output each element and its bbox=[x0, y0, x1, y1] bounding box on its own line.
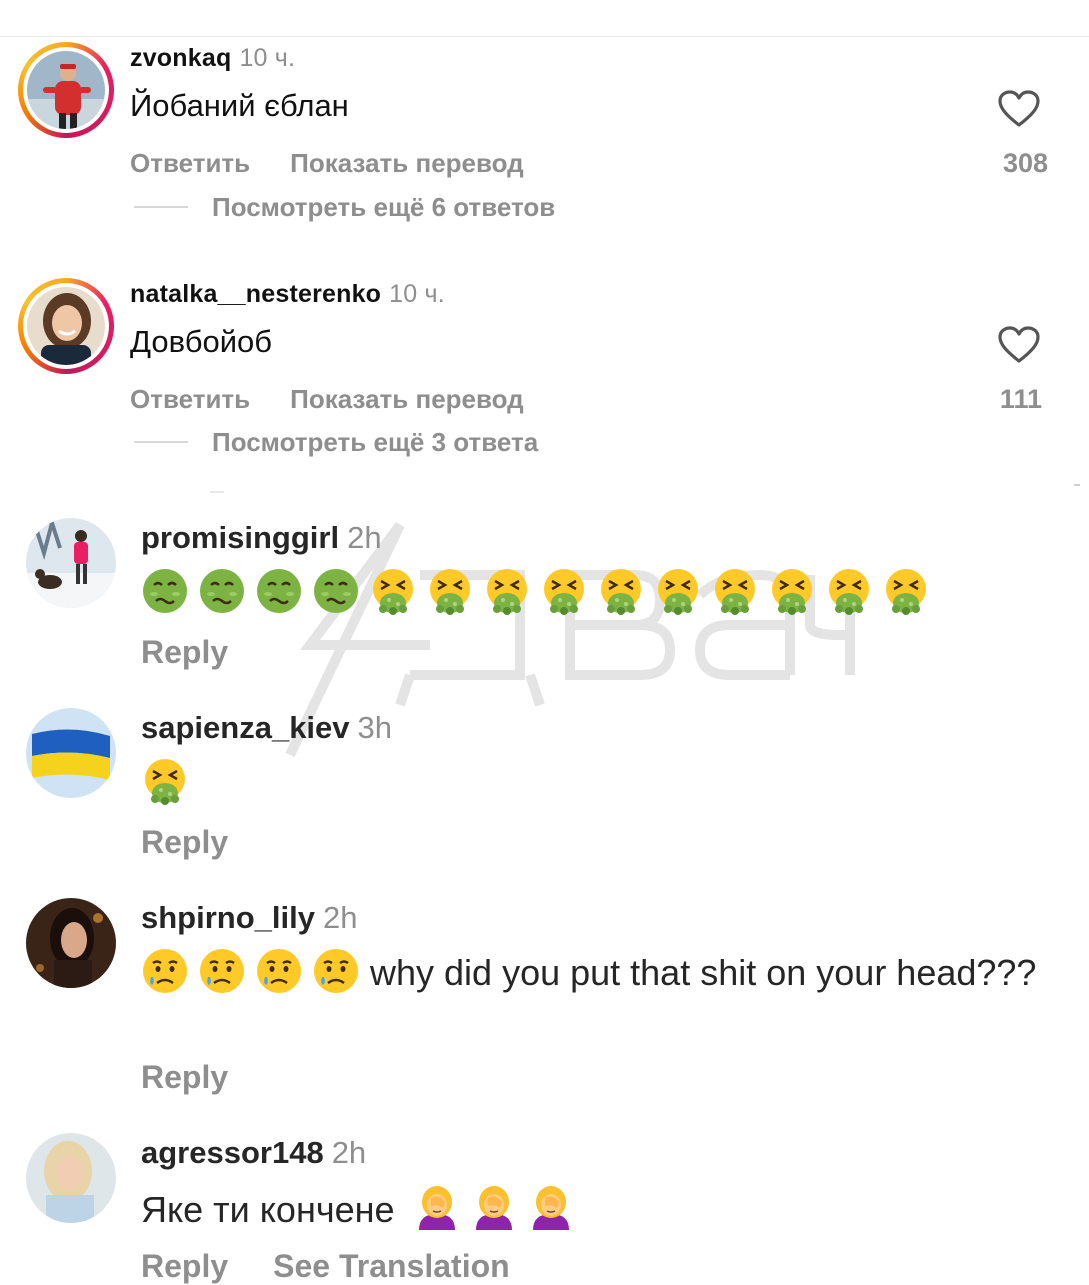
avatar-photo-woman-icon bbox=[27, 287, 105, 365]
comment-emojis bbox=[141, 757, 1041, 805]
avatar-photo-dark-hair-woman-icon[interactable] bbox=[26, 898, 116, 988]
vomiting-emoji-icon bbox=[829, 569, 869, 615]
crying-emoji-icon bbox=[200, 949, 244, 993]
nauseated-emoji-icon bbox=[200, 569, 244, 613]
comment-actions: Reply bbox=[141, 634, 273, 671]
scroll-mark bbox=[1074, 484, 1080, 486]
show-translation-button[interactable]: Показать перевод bbox=[290, 384, 524, 414]
vomiting-emoji-icon bbox=[715, 569, 755, 615]
crying-emoji-icon bbox=[314, 949, 358, 993]
comment-text: Яке ти кончене bbox=[141, 1189, 395, 1230]
like-heart-icon[interactable] bbox=[998, 326, 1040, 364]
comment-time: 2h bbox=[347, 520, 382, 555]
vomiting-emoji-icon bbox=[601, 569, 641, 615]
comment-time: 10 ч. bbox=[239, 44, 296, 72]
comment-username[interactable]: promisinggirl 2h bbox=[141, 520, 382, 556]
facepalm-emoji-icon bbox=[418, 1186, 455, 1230]
avatar-photo-man-icon bbox=[27, 51, 105, 129]
reply-button[interactable]: Reply bbox=[141, 1059, 228, 1095]
vomiting-emoji-icon bbox=[487, 569, 527, 615]
comment-text: why did you put that shit on your head??… bbox=[370, 952, 1037, 993]
comment-body: Яке ти кончене bbox=[141, 1184, 1041, 1233]
reply-button[interactable]: Reply bbox=[141, 824, 228, 860]
comment-username[interactable]: sapienza_kiev 3h bbox=[141, 710, 392, 746]
replies-line bbox=[134, 441, 188, 443]
vomiting-emoji-icon bbox=[772, 569, 812, 615]
comment-actions: Ответить Показать перевод bbox=[130, 148, 564, 179]
comment-time: 2h bbox=[331, 1135, 367, 1170]
avatar-story-ring[interactable] bbox=[18, 278, 114, 374]
facepalm-emoji-icon bbox=[532, 1186, 569, 1230]
comment-text: Йобаний єблан bbox=[130, 88, 349, 123]
vomiting-emoji-icon bbox=[430, 569, 470, 615]
view-more-replies-button[interactable]: Посмотреть ещё 6 ответов bbox=[212, 192, 555, 223]
crying-emoji-icon bbox=[143, 949, 187, 993]
nauseated-emoji-icon bbox=[257, 569, 301, 613]
comment-emojis bbox=[141, 567, 1041, 615]
vomiting-emoji-icon bbox=[886, 569, 926, 615]
crying-emoji-icon bbox=[257, 949, 301, 993]
like-heart-icon[interactable] bbox=[998, 90, 1040, 128]
reply-button[interactable]: Ответить bbox=[130, 148, 250, 178]
comment-actions: Reply See Translation bbox=[141, 1248, 555, 1285]
comment-actions: Ответить Показать перевод bbox=[130, 384, 564, 415]
top-divider bbox=[0, 36, 1089, 37]
avatar-ukraine-flag-icon[interactable] bbox=[26, 708, 116, 798]
comment-time: 10 ч. bbox=[389, 280, 445, 308]
vomiting-emoji-icon bbox=[145, 759, 185, 805]
comment-actions: Reply bbox=[141, 1059, 273, 1096]
vomiting-emoji-icon bbox=[544, 569, 584, 615]
comment-username[interactable]: natalka__nesterenko 10 ч. bbox=[130, 280, 445, 309]
like-count: 308 bbox=[1002, 148, 1048, 178]
nauseated-emoji-icon bbox=[314, 569, 358, 613]
like-count: 111 bbox=[999, 384, 1042, 414]
reply-button[interactable]: Reply bbox=[141, 634, 228, 670]
show-translation-button[interactable]: Показать перевод bbox=[290, 148, 524, 178]
avatar-photo-blonde-woman-icon[interactable] bbox=[26, 1133, 116, 1223]
comment-body: why did you put that shit on your head??… bbox=[141, 947, 1041, 996]
comment-text: Довбойоб bbox=[130, 324, 273, 359]
view-more-replies-button[interactable]: Посмотреть ещё 3 ответа bbox=[212, 427, 538, 458]
reply-button[interactable]: Ответить bbox=[130, 384, 250, 414]
avatar-photo-snow-dog-icon[interactable] bbox=[26, 518, 116, 608]
reply-button[interactable]: Reply bbox=[141, 1248, 228, 1284]
comment-username[interactable]: shpirno_lily 2h bbox=[141, 900, 357, 936]
separator-mark bbox=[210, 491, 224, 493]
vomiting-emoji-icon bbox=[658, 569, 698, 615]
avatar-story-ring[interactable] bbox=[18, 42, 114, 138]
top-strip bbox=[0, 0, 1089, 36]
facepalm-emoji-icon bbox=[475, 1186, 512, 1230]
nauseated-emoji-icon bbox=[143, 569, 187, 613]
replies-line bbox=[134, 206, 188, 208]
comment-time: 2h bbox=[322, 900, 358, 935]
comment-username[interactable]: zvonkaq 10 ч. bbox=[130, 44, 295, 73]
vomiting-emoji-icon bbox=[373, 569, 413, 615]
comment-username[interactable]: agressor148 2h bbox=[141, 1135, 366, 1171]
comment-actions: Reply bbox=[141, 824, 273, 861]
comment-time: 3h bbox=[357, 710, 393, 745]
see-translation-button[interactable]: See Translation bbox=[273, 1248, 510, 1284]
